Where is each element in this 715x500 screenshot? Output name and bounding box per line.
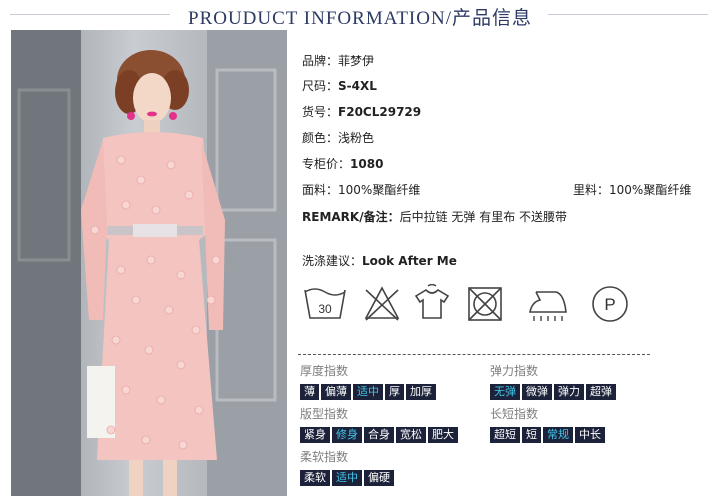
thickness-chips: 薄偏薄 适中厚加厚 [300, 384, 436, 400]
size-row: 尺码：S-4XL [302, 77, 377, 94]
iron-low-icon [526, 284, 570, 324]
length-chips: 超短短常规 中长 [490, 427, 605, 443]
section-divider [298, 354, 650, 355]
dry-clean-letter: P [604, 295, 615, 314]
fit-option: 紧身 [300, 427, 330, 443]
length-option: 常规 [543, 427, 573, 443]
wash-value: Look After Me [362, 254, 457, 268]
dry-clean-p-icon: P [590, 284, 630, 324]
color-value: 浅粉色 [338, 131, 375, 145]
size-value: S-4XL [338, 79, 377, 93]
color-row: 颜色：浅粉色 [302, 129, 374, 146]
elasticity-title: 弹力指数 [490, 364, 539, 378]
thickness-option: 偏薄 [321, 384, 351, 400]
brand-label: 品牌： [302, 54, 339, 68]
length-title: 长短指数 [490, 407, 539, 421]
fabric-value: 100%聚酯纤维 [338, 183, 421, 197]
size-label: 尺码： [302, 79, 339, 93]
lining-label: 里料： [573, 183, 610, 197]
fit-option: 肥大 [428, 427, 458, 443]
no-bleach-icon [362, 284, 402, 324]
elasticity-option: 微弹 [522, 384, 552, 400]
remark-label: REMARK/备注： [302, 210, 400, 224]
lining-row: 里料：100%聚酯纤维 [573, 181, 691, 198]
elasticity-option: 超弹 [586, 384, 616, 400]
thickness-option: 加厚 [406, 384, 436, 400]
remark-row: REMARK/备注：后中拉链 无弹 有里布 不送腰带 [302, 208, 567, 225]
fit-option: 修身 [332, 427, 362, 443]
thickness-option: 适中 [353, 384, 383, 400]
wash-label: 洗涤建议： [302, 254, 363, 268]
hang-dry-icon [412, 284, 452, 324]
price-label: 专柜价： [302, 157, 351, 171]
fit-option: 合身 [364, 427, 394, 443]
wash-temp-label: 30 [318, 302, 332, 316]
price-value: 1080 [350, 157, 384, 171]
remark-value: 后中拉链 无弹 有里布 不送腰带 [399, 210, 568, 224]
header-divider-right [548, 14, 708, 15]
lining-value: 100%聚酯纤维 [609, 183, 692, 197]
softness-title: 柔软指数 [300, 450, 349, 464]
elasticity-chips: 无弹 微弹 弹力 超弹 [490, 384, 616, 400]
wash-30-icon: 30 [302, 284, 348, 324]
fabric-label: 面料： [302, 183, 339, 197]
section-title: PROUDUCT INFORMATION/产品信息 [188, 8, 532, 29]
code-label: 货号： [302, 105, 339, 119]
section-header: PROUDUCT INFORMATION/产品信息 [0, 0, 715, 30]
fit-title: 版型指数 [300, 407, 349, 421]
elasticity-option: 无弹 [490, 384, 520, 400]
product-photo [11, 30, 287, 496]
thickness-title: 厚度指数 [300, 364, 349, 378]
code-value: F20CL29729 [338, 105, 422, 119]
fit-chips: 紧身 修身 合身 宽松 肥大 [300, 427, 458, 443]
thickness-option: 薄 [300, 384, 319, 400]
brand-row: 品牌：菲梦伊 [302, 52, 374, 69]
brand-value: 菲梦伊 [338, 54, 375, 68]
color-label: 颜色： [302, 131, 339, 145]
softness-option: 偏硬 [364, 470, 394, 486]
header-divider-left [10, 14, 170, 15]
softness-chips: 柔软 适中 偏硬 [300, 470, 394, 486]
code-row: 货号：F20CL29729 [302, 103, 421, 120]
elasticity-option: 弹力 [554, 384, 584, 400]
price-row: 专柜价：1080 [302, 155, 383, 172]
softness-option: 柔软 [300, 470, 330, 486]
no-tumble-dry-icon [466, 284, 504, 324]
wash-row: 洗涤建议：Look After Me [302, 252, 457, 269]
length-option: 短 [522, 427, 541, 443]
thickness-option: 厚 [385, 384, 404, 400]
fit-option: 宽松 [396, 427, 426, 443]
softness-option: 适中 [332, 470, 362, 486]
length-option: 中长 [575, 427, 605, 443]
length-option: 超短 [490, 427, 520, 443]
fabric-row: 面料：100%聚酯纤维 [302, 181, 420, 198]
